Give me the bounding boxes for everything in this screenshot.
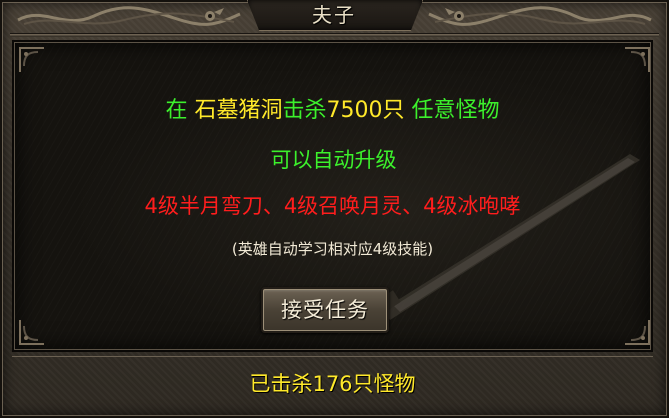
dialog-title: 夫子	[312, 3, 356, 27]
objective-action: 击杀	[282, 98, 327, 123]
corner-ornament-icon	[625, 47, 650, 72]
kill-progress-text: 已击杀176只怪物	[249, 372, 416, 396]
objective-amount: 7500只	[326, 98, 405, 123]
corner-ornament-icon	[19, 47, 44, 72]
corner-ornament-icon	[19, 320, 44, 345]
objective-target: 任意怪物	[411, 98, 500, 123]
quest-reward-text: 可以自动升级	[270, 148, 397, 172]
objective-location: 石墓猪洞	[194, 98, 283, 123]
title-divider	[10, 33, 659, 37]
objective-prefix: 在	[165, 98, 188, 123]
accept-quest-button[interactable]: 接受任务	[261, 287, 389, 333]
quest-objective: 在 石墓猪洞击杀7500只 任意怪物	[12, 92, 653, 124]
quest-reward-skills: 4级半月弯刀、4级召唤月灵、4级冰咆哮	[144, 194, 521, 218]
quest-reward-note: (英雄自动学习相对应4级技能)	[231, 240, 434, 258]
dragon-ornament-icon	[428, 6, 652, 26]
dragon-ornament-icon	[17, 6, 241, 26]
